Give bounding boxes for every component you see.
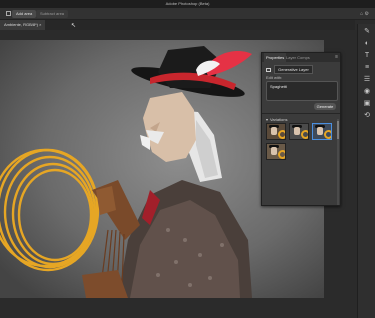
scrollbar-thumb[interactable]	[337, 121, 339, 139]
properties-icon[interactable]: ☰	[363, 76, 371, 84]
variation-thumbnail[interactable]	[289, 123, 309, 140]
mouse-cursor-icon: ↖	[71, 23, 77, 29]
tab-properties[interactable]: Properties	[264, 53, 287, 62]
right-toolbar: ✎ ◐ T ≡ ☰ ◉ ▣ ⟲	[357, 24, 375, 318]
panel-tabs: Properties Layer Comps ≡	[262, 53, 340, 62]
document-tabs: Ambiente, RGB/8*) × ↖	[0, 20, 355, 30]
variation-thumbnail[interactable]	[266, 123, 286, 140]
adjust-icon[interactable]: ◐	[363, 40, 371, 48]
variations-label: Variations	[270, 117, 288, 122]
layer-type-label: Generative Layer	[274, 65, 313, 74]
variation-thumbnail[interactable]	[266, 143, 286, 160]
panel-menu-icon[interactable]: ≡	[335, 53, 338, 62]
layers-icon[interactable]: ≡	[363, 64, 371, 72]
selection-tool-icon[interactable]	[6, 11, 11, 16]
layer-type-row: Generative Layer	[266, 65, 313, 74]
variations-header[interactable]: ▾ Variations	[266, 117, 288, 122]
brush-icon[interactable]: ✎	[363, 28, 371, 36]
tab-layer-comps[interactable]: Layer Comps	[284, 53, 312, 62]
panel-divider	[262, 113, 340, 114]
title-bar: Adobe Photoshop (Beta)	[0, 0, 375, 8]
app-title: Adobe Photoshop (Beta)	[165, 1, 210, 6]
properties-panel: Properties Layer Comps ≡ Generative Laye…	[261, 52, 341, 206]
document-tab[interactable]: Ambiente, RGB/8*) ×	[0, 20, 46, 30]
generate-button[interactable]: Generate	[314, 103, 336, 110]
subtract-area-button[interactable]: Subtract area	[36, 10, 69, 18]
generative-layer-icon	[266, 67, 271, 72]
add-area-button[interactable]: Add area	[12, 10, 37, 18]
color-icon[interactable]: ◉	[363, 88, 371, 96]
variation-thumbnail[interactable]	[312, 123, 332, 140]
options-bar: Add area Subtract area ⌂ ⚙	[0, 8, 375, 20]
swatch-icon[interactable]: ▣	[363, 100, 371, 108]
panel-scrollbar[interactable]	[337, 119, 339, 205]
history-icon[interactable]: ⟲	[363, 112, 371, 120]
chevron-down-icon: ▾	[266, 117, 269, 122]
text-icon[interactable]: T	[363, 52, 371, 60]
share-icon[interactable]: ⌂ ⚙	[360, 11, 369, 17]
edit-with-label: Edit with:	[266, 75, 283, 80]
prompt-input[interactable]: Spaghetti	[266, 81, 338, 101]
